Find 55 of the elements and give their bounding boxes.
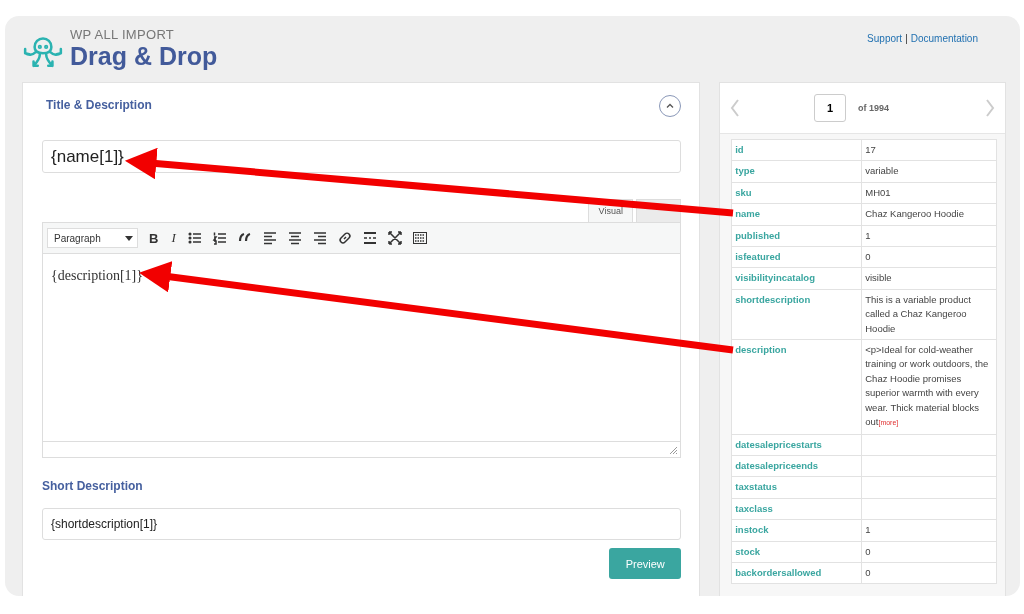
- documentation-link[interactable]: Documentation: [910, 33, 978, 44]
- field-value: MH01: [862, 182, 997, 204]
- field-value: 1: [862, 520, 997, 541]
- chevron-icon: [665, 101, 676, 111]
- align-right-icon[interactable]: [311, 230, 328, 246]
- field-key: backordersallowed: [732, 562, 862, 584]
- toolbar-toggle-icon[interactable]: [411, 230, 428, 246]
- field-key: sku: [732, 182, 862, 204]
- brand-caption: WP ALL IMPORT: [70, 27, 176, 41]
- field-key: visibilityincatalog: [732, 268, 862, 289]
- field-key: stock: [732, 541, 862, 562]
- fullscreen-icon[interactable]: [386, 230, 403, 246]
- editor-content[interactable]: {description[1]}: [43, 254, 681, 441]
- field-key: datesalepriceends: [732, 455, 862, 477]
- section-heading: Title & Description: [46, 98, 152, 112]
- align-center-icon[interactable]: [286, 230, 303, 246]
- field-value: Chaz Kangeroo Hoodie: [862, 204, 997, 225]
- field-key: name: [732, 204, 862, 225]
- align-left-icon[interactable]: [261, 230, 278, 246]
- field-key: shortdescription: [732, 289, 862, 340]
- more-icon[interactable]: [361, 230, 378, 246]
- field-key: description: [732, 340, 862, 434]
- field-key: type: [732, 161, 862, 182]
- page-field[interactable]: 1: [814, 94, 847, 122]
- field-key: taxclass: [732, 498, 862, 520]
- brand-title: Drag & Drop: [70, 43, 218, 69]
- field-key: taxstatus: [732, 477, 862, 498]
- field-value: This is a variable product called a Chaz Kangeroo Hoodie: [862, 289, 997, 340]
- link-separator: |: [905, 33, 908, 44]
- field-value: 1: [862, 225, 997, 247]
- field-key: isfeatured: [732, 247, 862, 268]
- resize-handle-icon[interactable]: [669, 445, 678, 454]
- field-value: 0: [862, 562, 997, 584]
- field-value: 17: [862, 140, 997, 161]
- field-key: instock: [732, 520, 862, 541]
- field-value: 0: [862, 247, 997, 268]
- italic-button[interactable]: I: [169, 230, 178, 246]
- bullets-icon[interactable]: [186, 230, 203, 246]
- short-description-field[interactable]: {shortdescription[1]}: [42, 508, 682, 540]
- collapse-button[interactable]: [659, 95, 682, 117]
- field-value: variable: [862, 161, 997, 182]
- field-value: 0: [862, 541, 997, 562]
- link-icon[interactable]: [336, 230, 353, 246]
- section-heading: Short Description: [42, 479, 144, 493]
- format-dropdown[interactable]: Paragraph: [47, 228, 138, 248]
- page-total: of 1994: [858, 103, 890, 113]
- caret-icon: [125, 235, 133, 241]
- field-key: published: [732, 225, 862, 247]
- numbers-icon[interactable]: [211, 230, 228, 246]
- field-key: datesalepricestarts: [732, 434, 862, 455]
- support-link[interactable]: Support: [867, 33, 903, 44]
- bold-button[interactable]: B: [147, 230, 161, 246]
- title-field[interactable]: {name[1]}: [42, 140, 682, 173]
- field-value: visible: [862, 268, 997, 289]
- field-key: id: [732, 140, 862, 161]
